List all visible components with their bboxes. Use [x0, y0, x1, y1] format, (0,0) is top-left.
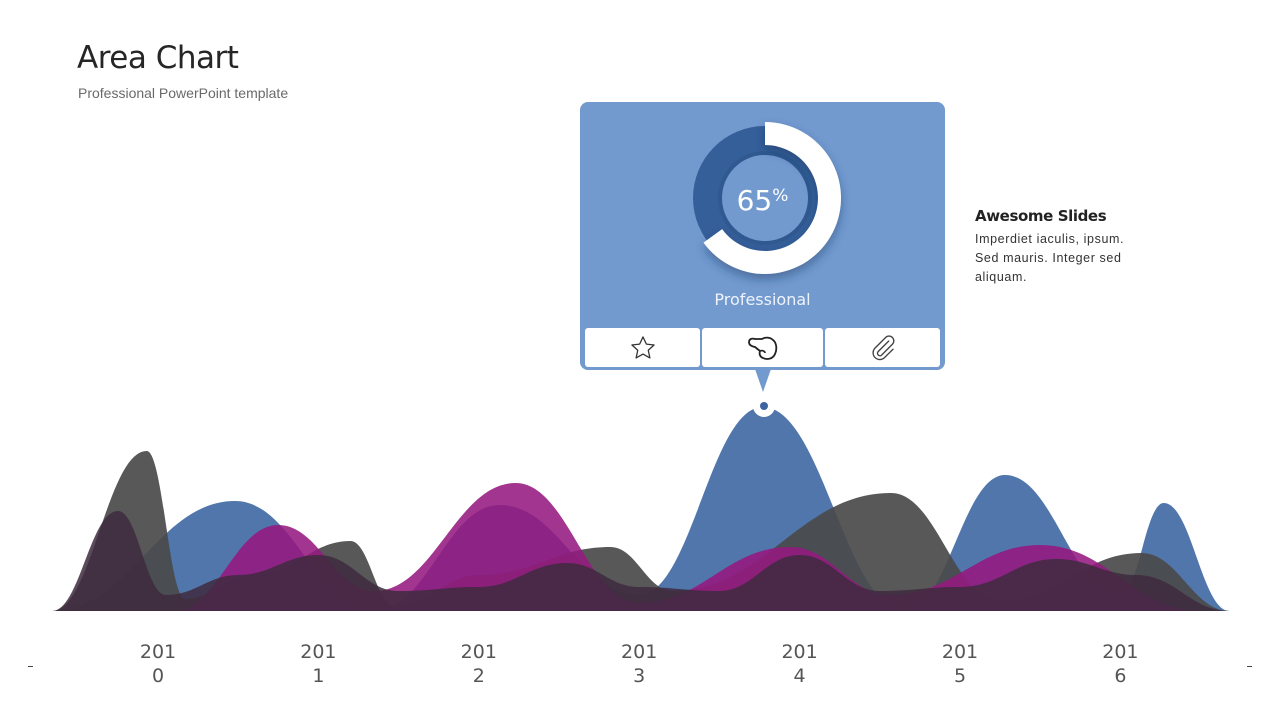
percent-value: 65: [736, 184, 773, 217]
star-button[interactable]: [585, 328, 700, 367]
x-tick-label-bottom: 2: [472, 665, 485, 687]
paperclip-icon: [871, 334, 894, 360]
x-tick-label-top: 201: [621, 641, 658, 663]
side-note-text: Imperdiet iaculis, ipsum. Sed mauris. In…: [975, 232, 1125, 284]
percent-sign: %: [772, 186, 789, 206]
x-tick-label-bottom: 1: [312, 665, 325, 687]
peak-marker[interactable]: [753, 395, 775, 417]
x-tick-label: 201 6: [1090, 640, 1150, 688]
x-tick-label-top: 201: [1102, 641, 1139, 663]
x-tick-label: 201 2: [449, 640, 509, 688]
x-tick-label: 201 0: [128, 640, 188, 688]
x-tick-label-bottom: 3: [633, 665, 646, 687]
peak-marker-dot: [760, 402, 768, 410]
paperclip-button[interactable]: [825, 328, 940, 367]
side-note-title: Awesome Slides: [975, 207, 1107, 225]
card-pointer: [755, 369, 771, 392]
x-tick-label-top: 201: [300, 641, 337, 663]
highlight-card: 65% Professional: [580, 102, 945, 370]
x-tick-label: 201 4: [770, 640, 830, 688]
card-label: Professional: [714, 290, 811, 309]
x-tick-label-bottom: 4: [793, 665, 806, 687]
star-icon: [630, 335, 655, 359]
axis-dash-left: [28, 666, 33, 667]
x-tick-label-bottom: 5: [953, 665, 967, 687]
axis-dash-right: [1247, 666, 1252, 667]
pointing-hand-icon: [747, 336, 777, 360]
x-tick-label: 201 5: [930, 640, 990, 688]
x-tick-label: 201 3: [609, 640, 669, 688]
x-tick-label: 201 1: [288, 640, 348, 688]
pointing-hand-button[interactable]: [702, 328, 823, 367]
x-tick-label-top: 201: [781, 641, 818, 663]
x-tick-label-top: 201: [139, 641, 177, 663]
x-tick-label-bottom: 6: [1114, 665, 1127, 687]
x-tick-label-bottom: 0: [151, 665, 165, 687]
x-tick-label-top: 201: [460, 641, 497, 663]
x-tick-label-top: 201: [941, 641, 979, 663]
percent-readout: 65%: [580, 184, 945, 217]
